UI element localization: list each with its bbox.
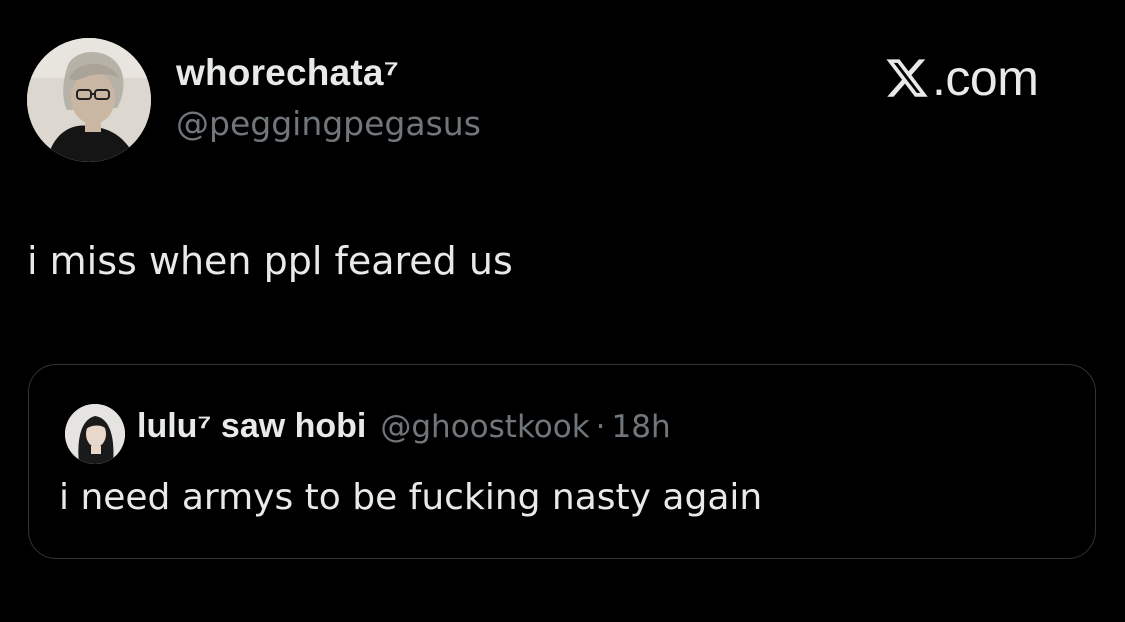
- quoted-tweet-header: lulu⁷ saw hobi @ghoostkook · 18h: [137, 407, 671, 446]
- author-avatar-image: [27, 38, 151, 162]
- author-avatar[interactable]: [27, 38, 151, 162]
- quoted-author-handle[interactable]: @ghoostkook: [380, 409, 589, 445]
- x-logo-icon: [886, 59, 928, 97]
- quoted-author-avatar[interactable]: [65, 404, 125, 464]
- tweet-text: i miss when ppl feared us: [27, 239, 513, 283]
- author-display-name[interactable]: whorechata⁷: [176, 52, 399, 94]
- quoted-tweet-text: i need armys to be fucking nasty again: [59, 477, 763, 518]
- x-com-watermark: .com: [884, 50, 1039, 106]
- quoted-tweet-timestamp[interactable]: 18h: [612, 409, 671, 445]
- separator-dot: ·: [595, 409, 606, 445]
- quoted-author-avatar-image: [65, 404, 125, 464]
- quoted-author-display-name[interactable]: lulu⁷ saw hobi: [137, 407, 366, 446]
- author-handle[interactable]: @peggingpegasus: [176, 104, 481, 143]
- brand-domain-text: .com: [932, 50, 1039, 106]
- quoted-tweet-card[interactable]: lulu⁷ saw hobi @ghoostkook · 18h i need …: [28, 364, 1096, 559]
